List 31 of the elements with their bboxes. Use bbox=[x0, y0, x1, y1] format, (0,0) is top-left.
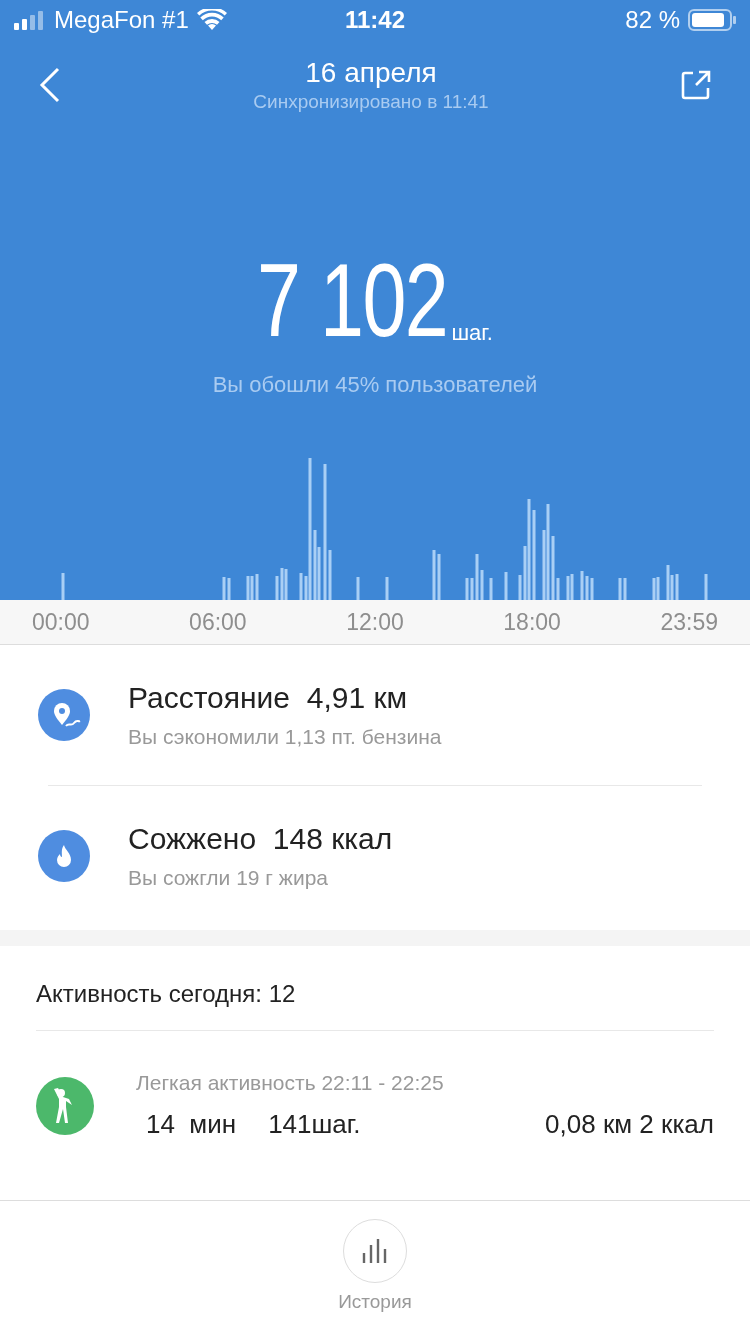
activity-heading: Активность сегодня: 12 bbox=[36, 946, 714, 1031]
activity-duration: 14 мин bbox=[146, 1109, 237, 1140]
time-label: 12:00 bbox=[346, 608, 404, 636]
carrier-name: MegaFon #1 bbox=[54, 6, 189, 34]
time-label: 23:59 bbox=[660, 608, 718, 636]
signal-icon bbox=[14, 10, 46, 30]
status-time: 11:42 bbox=[343, 6, 407, 34]
wifi-icon bbox=[196, 9, 227, 31]
stat-note: Вы сожгли 19 г жира bbox=[128, 866, 329, 890]
stat-title: Расстояние 4,91 км bbox=[128, 681, 409, 715]
steps-comparison: Вы обошли 45% пользователей bbox=[212, 372, 538, 398]
time-label: 00:00 bbox=[32, 608, 90, 636]
stat-title: Сожжено 148 ккал bbox=[128, 822, 393, 856]
time-label: 18:00 bbox=[503, 608, 561, 636]
share-button[interactable] bbox=[680, 69, 712, 101]
activity-steps: 141шаг. bbox=[268, 1109, 361, 1140]
activity-title: Легкая активность 22:11 - 22:25 bbox=[136, 1071, 445, 1095]
activity-distance-calories: 0,08 км 2 ккал bbox=[545, 1109, 714, 1140]
step-unit: шаг. bbox=[451, 320, 493, 346]
battery-icon bbox=[688, 9, 736, 31]
location-pin-icon bbox=[38, 689, 90, 741]
battery-percent: 82 % bbox=[625, 6, 680, 34]
sync-status: Синхронизировано в 11:41 bbox=[253, 91, 489, 113]
step-count: 7 102 bbox=[257, 250, 448, 350]
history-label: История bbox=[338, 1291, 412, 1313]
stat-note: Вы сэкономили 1,13 пт. бензина bbox=[128, 725, 442, 749]
time-label: 06:00 bbox=[189, 608, 247, 636]
stretching-figure-icon bbox=[36, 1076, 94, 1135]
date-title: 16 апреля bbox=[305, 57, 437, 89]
flame-icon bbox=[38, 830, 90, 882]
back-button[interactable] bbox=[38, 66, 62, 104]
